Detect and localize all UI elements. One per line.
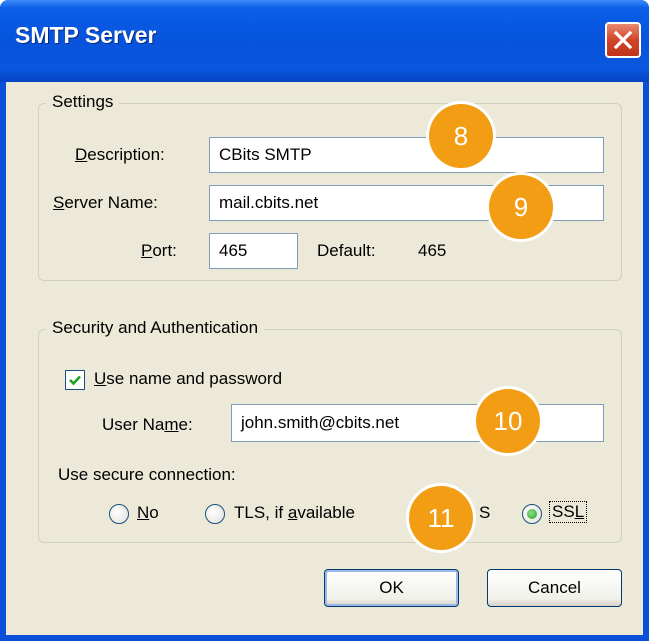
- port-label: Port:: [141, 241, 177, 260]
- username-label: User Name:: [102, 415, 193, 434]
- dialog-body: Settings Description: CBits SMTP Server …: [6, 82, 643, 635]
- checkmark-icon: [69, 375, 81, 386]
- description-label: Description:: [75, 145, 165, 164]
- secure-connection-label: Use secure connection:: [58, 465, 236, 484]
- default-port-label: Default:: [317, 241, 376, 260]
- smtp-server-dialog: SMTP Server Settings Description: CBits …: [0, 0, 649, 641]
- radio-no[interactable]: [109, 504, 129, 524]
- callout-badge-10: 10: [476, 389, 540, 453]
- callout-badge-8: 8: [429, 104, 493, 168]
- radio-starttls-label-partial[interactable]: S: [479, 503, 490, 523]
- radio-selected-dot: [527, 509, 537, 519]
- server-name-label: Server Name:: [53, 193, 158, 212]
- description-input[interactable]: CBits SMTP: [209, 137, 604, 173]
- callout-badge-11: 11: [409, 486, 473, 550]
- dialog-title: SMTP Server: [15, 22, 157, 48]
- default-port-value: 465: [418, 241, 447, 260]
- close-button[interactable]: [605, 22, 641, 58]
- radio-no-label[interactable]: No: [137, 503, 159, 523]
- radio-ssl-label[interactable]: SSL: [549, 501, 588, 523]
- cancel-button[interactable]: Cancel: [487, 569, 622, 607]
- security-legend: Security and Authentication: [46, 318, 265, 338]
- username-input[interactable]: john.smith@cbits.net: [231, 404, 604, 442]
- use-name-password-checkbox[interactable]: [65, 370, 85, 390]
- radio-tls-label[interactable]: TLS, if available: [234, 503, 355, 523]
- title-bar[interactable]: SMTP Server: [0, 0, 649, 82]
- radio-tls[interactable]: [205, 504, 225, 524]
- callout-badge-9: 9: [489, 175, 553, 239]
- port-input[interactable]: 465: [209, 233, 298, 269]
- close-icon: [613, 30, 633, 50]
- radio-ssl[interactable]: [522, 504, 542, 524]
- use-name-password-label[interactable]: Use name and password: [94, 369, 282, 389]
- settings-legend: Settings: [46, 92, 120, 112]
- ok-button[interactable]: OK: [324, 569, 459, 607]
